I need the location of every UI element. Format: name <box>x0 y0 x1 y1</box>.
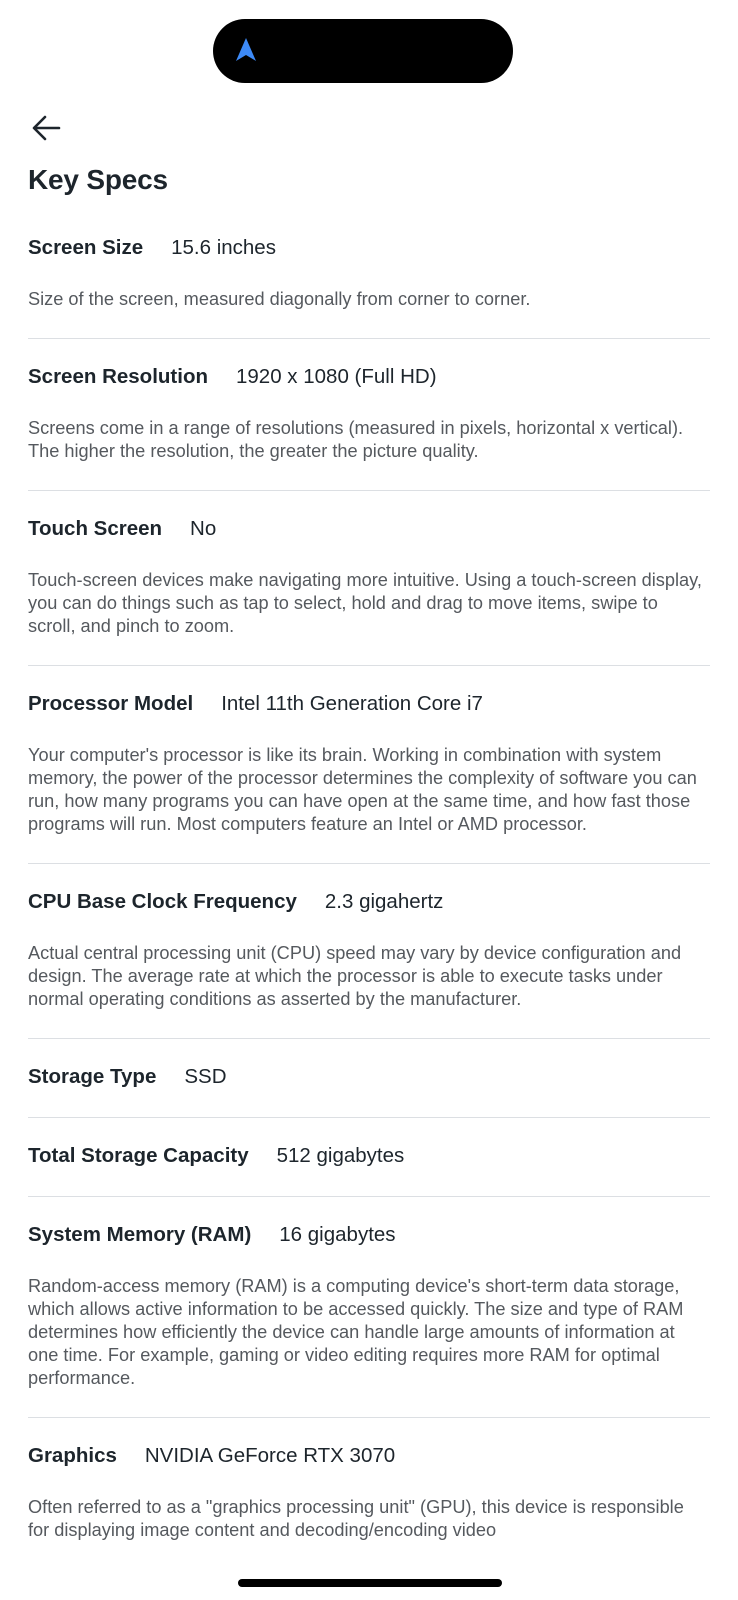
spec-label: Graphics <box>28 1444 117 1467</box>
spec-label: CPU Base Clock Frequency <box>28 890 297 913</box>
spec-description: Actual central processing unit (CPU) spe… <box>28 943 682 1009</box>
spec-value: 15.6 inches <box>171 236 276 259</box>
spec-item-screen-resolution: Screen Resolution 1920 x 1080 (Full HD) … <box>28 339 710 491</box>
spec-description: Often referred to as a "graphics process… <box>28 1497 684 1540</box>
spec-label: Processor Model <box>28 692 194 715</box>
spec-value: SSD <box>184 1065 227 1088</box>
spec-label: Storage Type <box>28 1065 157 1088</box>
spec-item-cpu-clock: CPU Base Clock Frequency 2.3 gigahertz A… <box>28 864 710 1039</box>
spec-value: NVIDIA GeForce RTX 3070 <box>144 1444 396 1467</box>
navigation-arrow-icon <box>236 38 256 61</box>
spec-description: Screens come in a range of resolutions (… <box>28 418 684 461</box>
spec-label: System Memory (RAM) <box>28 1223 252 1246</box>
spec-list: Screen Size 15.6 inches Size of the scre… <box>28 210 710 1569</box>
spec-item-storage-capacity: Total Storage Capacity 512 gigabytes <box>28 1118 710 1197</box>
spec-item-graphics: Graphics NVIDIA GeForce RTX 3070 Often r… <box>28 1418 710 1569</box>
spec-label: Total Storage Capacity <box>28 1144 249 1167</box>
spec-value: Intel 11th Generation Core i7 <box>221 692 483 715</box>
spec-description: Random-access memory (RAM) is a computin… <box>28 1276 684 1388</box>
home-indicator[interactable] <box>238 1579 502 1587</box>
spec-description: Touch-screen devices make navigating mor… <box>28 570 702 636</box>
spec-item-processor-model: Processor Model Intel 11th Generation Co… <box>28 666 710 864</box>
spec-item-screen-size: Screen Size 15.6 inches Size of the scre… <box>28 210 710 339</box>
spec-label: Screen Size <box>28 236 144 259</box>
spec-value: No <box>190 517 217 540</box>
spec-item-system-memory: System Memory (RAM) 16 gigabytes Random-… <box>28 1197 710 1418</box>
page-title: Key Specs <box>28 164 168 195</box>
spec-description: Your computer's processor is like its br… <box>28 745 697 834</box>
arrow-left-icon <box>32 115 61 141</box>
spec-item-touch-screen: Touch Screen No Touch-screen devices mak… <box>28 491 710 666</box>
spec-description: Size of the screen, measured diagonally … <box>28 289 531 309</box>
spec-value: 1920 x 1080 (Full HD) <box>236 365 437 388</box>
spec-value: 512 gigabytes <box>276 1144 405 1167</box>
spec-label: Touch Screen <box>28 517 163 540</box>
spec-value: 16 gigabytes <box>279 1223 396 1246</box>
spec-value: 2.3 gigahertz <box>324 890 444 913</box>
spec-label: Screen Resolution <box>28 365 208 388</box>
back-button[interactable] <box>26 108 66 148</box>
dynamic-island <box>213 19 513 83</box>
spec-item-storage-type: Storage Type SSD <box>28 1039 710 1118</box>
